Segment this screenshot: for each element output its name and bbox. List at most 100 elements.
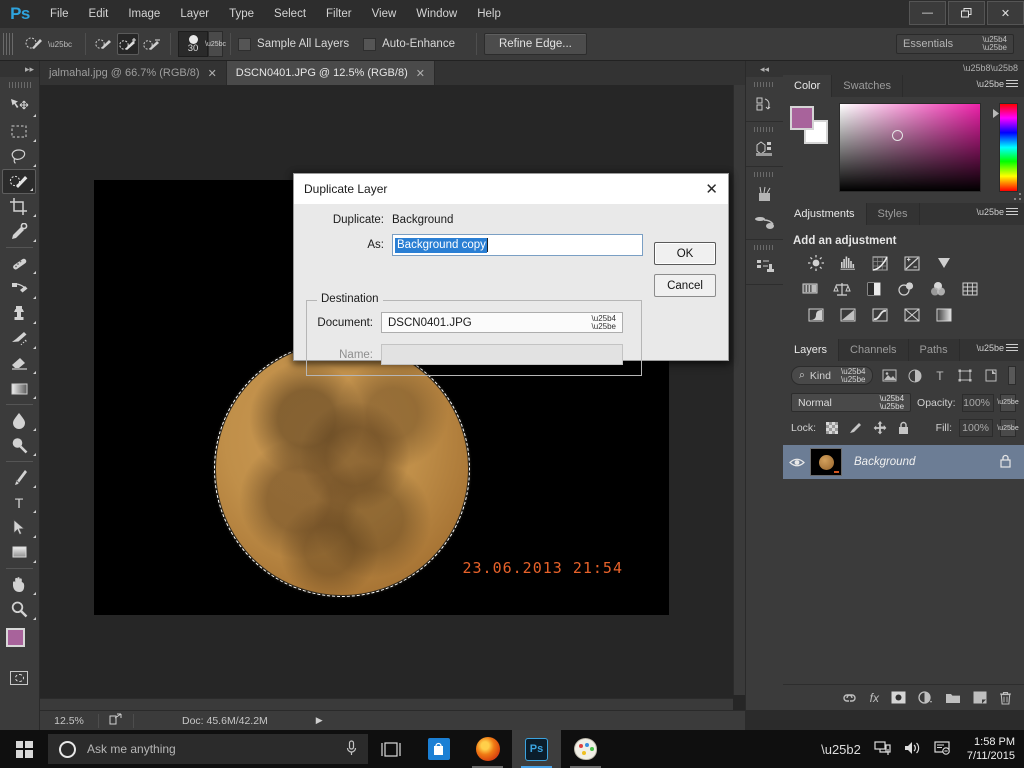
gradient-map-icon[interactable] — [933, 305, 955, 325]
levels-icon[interactable] — [837, 253, 859, 273]
start-button[interactable] — [0, 730, 48, 768]
filter-type-layers-icon[interactable]: T — [930, 366, 949, 385]
menu-layer[interactable]: Layer — [170, 0, 219, 28]
black-and-white-icon[interactable] — [863, 279, 885, 299]
tool-preset-picker[interactable]: \u25bc — [17, 33, 78, 55]
taskbar-app-store[interactable] — [414, 730, 463, 768]
channel-mixer-icon[interactable] — [927, 279, 949, 299]
menu-help[interactable]: Help — [467, 0, 511, 28]
hand-tool[interactable] — [0, 572, 38, 597]
eraser-tool[interactable] — [0, 351, 38, 376]
brightness-contrast-icon[interactable] — [805, 253, 827, 273]
fill-value[interactable]: 100% — [959, 419, 993, 437]
workspace-selector[interactable]: Essentials \u25b4\u25be — [896, 34, 1014, 54]
new-layer-icon[interactable] — [973, 691, 987, 704]
dock-group-grip[interactable] — [754, 124, 775, 134]
options-bar-grip[interactable] — [3, 33, 13, 55]
color-swatches-tool[interactable] — [0, 626, 38, 660]
quick-selection-tool[interactable] — [2, 169, 36, 194]
brush-presets-icon[interactable] — [746, 180, 784, 208]
move-tool[interactable] — [0, 94, 38, 119]
microphone-icon[interactable] — [346, 740, 357, 759]
toolbar-grip[interactable] — [8, 79, 31, 91]
filter-smart-objects-icon[interactable] — [981, 366, 1000, 385]
spot-healing-brush-tool[interactable] — [0, 251, 38, 276]
cortana-search-box[interactable]: Ask me anything — [48, 734, 368, 764]
selective-color-icon[interactable] — [901, 305, 923, 325]
tab-color[interactable]: Color — [783, 75, 832, 97]
as-input[interactable]: Background copy — [392, 234, 643, 256]
status-menu-arrow[interactable]: ▶ — [316, 715, 323, 726]
refine-edge-button[interactable]: Refine Edge... — [484, 33, 587, 55]
tab-adjustments[interactable]: Adjustments — [783, 203, 867, 225]
layer-row[interactable]: Background — [783, 445, 1024, 479]
menu-filter[interactable]: Filter — [316, 0, 362, 28]
lock-transparent-pixels-icon[interactable] — [823, 420, 840, 437]
checkbox-box[interactable] — [363, 38, 376, 51]
blend-mode-select[interactable]: Normal \u25b4\u25be — [791, 393, 911, 412]
new-group-icon[interactable] — [945, 691, 961, 704]
foreground-color-swatch[interactable] — [790, 106, 814, 130]
gradient-tool[interactable] — [0, 376, 38, 401]
taskbar-app-photoshop[interactable]: Ps — [512, 730, 561, 768]
dock-collapse-button[interactable]: ◂◂ — [746, 61, 783, 77]
color-panel-menu-button[interactable]: \u25be — [976, 79, 1018, 89]
close-icon[interactable]: ✕ — [416, 67, 425, 80]
color-balance-icon[interactable] — [831, 279, 853, 299]
color-lookup-icon[interactable] — [959, 279, 981, 299]
layer-style-fx-icon[interactable]: fx — [870, 691, 879, 705]
dock-group-grip[interactable] — [754, 79, 775, 89]
clone-source-icon[interactable] — [746, 253, 784, 281]
layer-locked-icon[interactable] — [999, 454, 1012, 471]
document-tab-0[interactable]: jalmahal.jpg @ 66.7% (RGB/8)✕ — [40, 61, 227, 85]
subtract-from-selection-button[interactable] — [141, 33, 163, 55]
vibrance-icon[interactable] — [933, 253, 955, 273]
quick-mask-toggle[interactable] — [0, 666, 38, 690]
layer-thumbnail[interactable] — [810, 448, 842, 476]
panels-collapse-button[interactable]: \u25b8\u25b8 — [783, 61, 1024, 75]
layer-filter-kind-select[interactable]: ⌕ Kind \u25b4\u25be — [791, 366, 873, 385]
sample-all-layers-checkbox[interactable]: Sample All Layers — [238, 38, 349, 51]
hue-slider[interactable] — [999, 103, 1018, 192]
path-selection-tool[interactable] — [0, 515, 38, 540]
invert-icon[interactable] — [805, 305, 827, 325]
3d-panel-icon[interactable] — [746, 135, 784, 163]
document-tab-1[interactable]: DSCN0401.JPG @ 12.5% (RGB/8)✕ — [227, 61, 435, 85]
tab-styles[interactable]: Styles — [867, 203, 920, 225]
tab-swatches[interactable]: Swatches — [832, 75, 903, 97]
close-icon[interactable]: ✕ — [705, 182, 718, 197]
color-field[interactable] — [839, 103, 981, 192]
canvas-horizontal-scrollbar[interactable] — [40, 698, 733, 710]
layer-visibility-icon[interactable] — [783, 457, 810, 468]
filter-shape-layers-icon[interactable] — [956, 366, 975, 385]
crop-tool[interactable] — [0, 194, 38, 219]
posterize-icon[interactable] — [837, 305, 859, 325]
foreground-color-swatch[interactable] — [6, 628, 25, 647]
taskbar-app-paint[interactable] — [561, 730, 610, 768]
share-icon[interactable] — [99, 713, 133, 728]
menu-file[interactable]: File — [40, 0, 79, 28]
link-layers-icon[interactable] — [841, 692, 858, 704]
volume-icon[interactable] — [904, 741, 921, 758]
show-hidden-icons-icon[interactable]: \u25b2 — [821, 742, 861, 757]
document-select[interactable]: DSCN0401.JPG \u25b4\u25be — [381, 312, 623, 333]
checkbox-box[interactable] — [238, 38, 251, 51]
action-center-icon[interactable] — [934, 741, 950, 758]
toolbar-collapse-button[interactable]: ▸▸ — [0, 61, 39, 77]
new-fill-adjustment-layer-icon[interactable] — [918, 691, 933, 704]
exposure-icon[interactable] — [901, 253, 923, 273]
menu-select[interactable]: Select — [264, 0, 316, 28]
taskbar-clock[interactable]: 1:58 PM 7/11/2015 — [963, 735, 1015, 763]
task-view-button[interactable] — [368, 742, 414, 757]
menu-image[interactable]: Image — [118, 0, 170, 28]
color-picker-ring[interactable] — [892, 130, 903, 141]
menu-window[interactable]: Window — [406, 0, 467, 28]
tab-channels[interactable]: Channels — [839, 339, 908, 361]
dodge-tool[interactable] — [0, 433, 38, 458]
opacity-value[interactable]: 100% — [962, 394, 994, 412]
rectangle-tool[interactable] — [0, 540, 38, 565]
zoom-tool[interactable] — [0, 597, 38, 622]
eyedropper-tool[interactable] — [0, 219, 38, 244]
clone-stamp-tool[interactable] — [0, 301, 38, 326]
brush-preset-dropdown[interactable]: \u25bc — [208, 31, 223, 57]
